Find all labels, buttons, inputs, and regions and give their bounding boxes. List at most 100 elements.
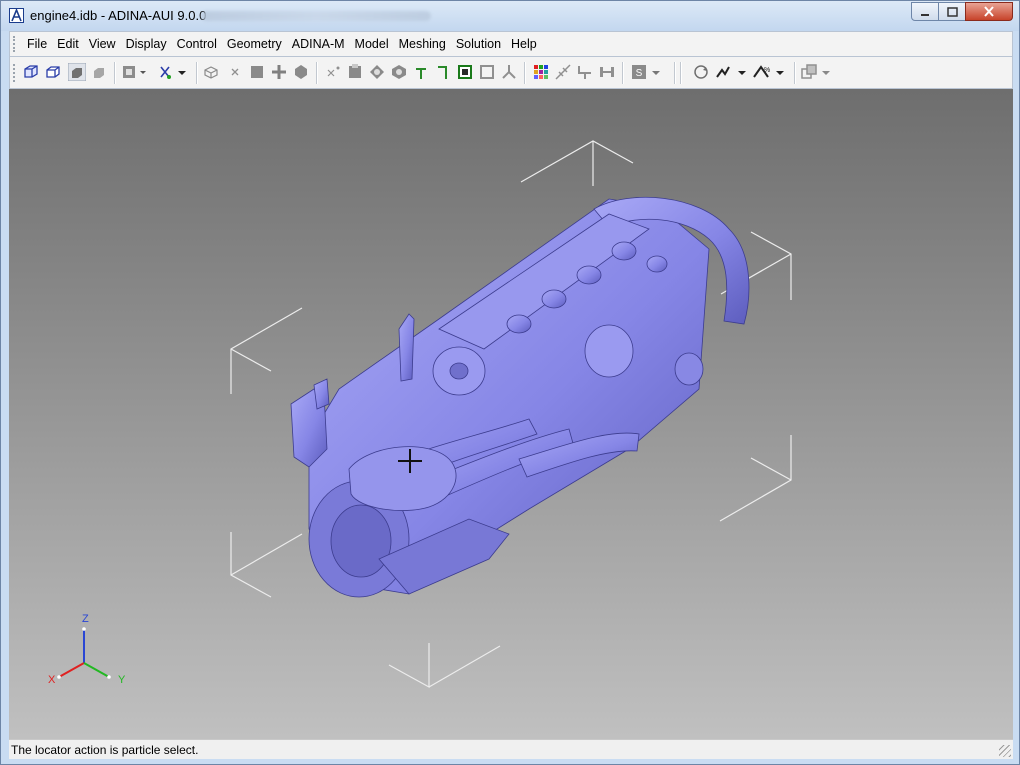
triad-y-axis <box>83 662 110 678</box>
svg-text:S: S <box>636 68 643 79</box>
mesh-box-icon[interactable] <box>456 63 474 81</box>
pulley-right <box>584 324 634 378</box>
boss-knob <box>313 378 330 410</box>
toolbar-separator <box>524 62 526 84</box>
volume-icon[interactable] <box>292 63 310 81</box>
cylinder-1 <box>506 314 532 334</box>
shaded-box-icon[interactable] <box>68 63 86 81</box>
rotate-view-icon[interactable] <box>692 63 710 81</box>
menu-edit[interactable]: Edit <box>52 32 84 56</box>
menu-view[interactable]: View <box>84 32 121 56</box>
minimize-button[interactable] <box>911 2 939 21</box>
application-window: engine4.idb - ADINA-AUI 9.0.0 File Edit … <box>0 0 1020 765</box>
cutting-plane-icon[interactable]: % <box>752 63 770 81</box>
menu-control[interactable]: Control <box>172 32 222 56</box>
toolbar-separator <box>794 62 796 84</box>
wireframe-box-icon[interactable] <box>22 63 40 81</box>
bbox-corner-bottom <box>388 643 501 689</box>
graphics-canvas: Z X Y <box>48 140 792 689</box>
menu-geometry[interactable]: Geometry <box>222 32 287 56</box>
graphics-viewport[interactable]: Z X Y <box>9 89 1013 739</box>
toolbar-separator <box>196 62 198 84</box>
triad-z-label: Z <box>82 613 89 625</box>
menu-adina-m[interactable]: ADINA-M <box>287 32 350 56</box>
hidden-line-box-icon[interactable] <box>44 63 62 81</box>
shield-icon[interactable] <box>390 63 408 81</box>
bracket-arm <box>398 313 415 382</box>
toolbar-separator <box>316 62 318 84</box>
rigid-link-icon[interactable] <box>598 63 616 81</box>
diamond-icon[interactable] <box>368 63 386 81</box>
toolbar-separator <box>114 62 116 84</box>
triad-z-tip <box>82 627 86 631</box>
chevron-down-icon[interactable] <box>736 63 748 81</box>
branch-icon[interactable] <box>500 63 518 81</box>
toolbar-separator <box>674 62 676 84</box>
canister <box>348 446 457 511</box>
copy-view-icon[interactable] <box>800 63 818 81</box>
triad-x-axis <box>58 662 85 678</box>
menu-display[interactable]: Display <box>121 32 172 56</box>
resize-grip-icon[interactable] <box>999 745 1011 757</box>
menubar-grip[interactable] <box>13 36 18 52</box>
frame-icon[interactable] <box>478 63 496 81</box>
menu-help[interactable]: Help <box>506 32 542 56</box>
toolbar: S % <box>9 57 1013 89</box>
cylinder-2 <box>541 289 567 309</box>
view-boundary-icon[interactable] <box>120 63 138 81</box>
toolbar-separator <box>680 62 682 84</box>
close-button[interactable] <box>965 2 1013 21</box>
bbox-corner-left <box>230 307 303 394</box>
load-green-icon[interactable] <box>434 63 452 81</box>
chevron-down-icon[interactable] <box>138 63 148 81</box>
triad-x-tip <box>57 675 61 679</box>
axis-triad-icon[interactable] <box>156 63 174 81</box>
maximize-icon <box>946 6 958 17</box>
constraint-icon[interactable] <box>576 63 594 81</box>
flywheel <box>330 504 392 578</box>
menu-bar: File Edit View Display Control Geometry … <box>9 31 1013 57</box>
title-blurred-path <box>201 11 431 21</box>
status-bar: The locator action is particle select. <box>9 739 1013 759</box>
color-grid-icon[interactable] <box>532 63 550 81</box>
triad-y-label: Y <box>118 674 126 686</box>
menu-meshing[interactable]: Meshing <box>394 32 451 56</box>
bbox-corner-top <box>520 140 634 186</box>
toolbar-separator <box>622 62 624 84</box>
bbox-corner-right <box>719 435 792 522</box>
cylinder-4 <box>611 241 637 261</box>
chevron-down-icon[interactable] <box>176 63 188 81</box>
toolbar-grip[interactable] <box>13 64 18 82</box>
point-x-icon[interactable] <box>226 63 244 81</box>
s-box-icon[interactable]: S <box>630 63 648 81</box>
cross-icon[interactable] <box>270 63 288 81</box>
surface-icon[interactable] <box>248 63 266 81</box>
pan-zoom-icon[interactable] <box>714 63 732 81</box>
chevron-down-icon[interactable] <box>820 63 832 81</box>
geometry-box-icon[interactable] <box>202 63 220 81</box>
menu-model[interactable]: Model <box>350 32 394 56</box>
shaded-transparent-icon[interactable] <box>90 63 108 81</box>
menu-solution[interactable]: Solution <box>451 32 506 56</box>
cylinder-3 <box>576 265 602 285</box>
maximize-button[interactable] <box>938 2 966 21</box>
node-x-icon[interactable] <box>324 63 342 81</box>
chevron-down-icon[interactable] <box>774 63 786 81</box>
spring-icon[interactable] <box>554 63 572 81</box>
axis-triad: Z X Y <box>48 613 126 686</box>
cylinder-5 <box>646 255 668 273</box>
fixity-green-icon[interactable] <box>412 63 430 81</box>
adina-logo-icon <box>9 7 24 23</box>
triad-x-label: X <box>48 674 56 686</box>
window-title: engine4.idb - ADINA-AUI 9.0.0 <box>30 8 207 23</box>
engine-model[interactable] <box>290 196 750 598</box>
title-bar[interactable]: engine4.idb - ADINA-AUI 9.0.0 <box>1 1 1019 31</box>
chevron-down-icon[interactable] <box>650 63 662 81</box>
element-square-icon[interactable] <box>346 63 364 81</box>
triad-y-tip <box>107 675 111 679</box>
status-message: The locator action is particle select. <box>11 743 199 757</box>
pulley-front-hub <box>449 362 469 380</box>
pulley-small <box>674 352 704 386</box>
menu-file[interactable]: File <box>22 32 52 56</box>
svg-text:%: % <box>764 67 770 74</box>
